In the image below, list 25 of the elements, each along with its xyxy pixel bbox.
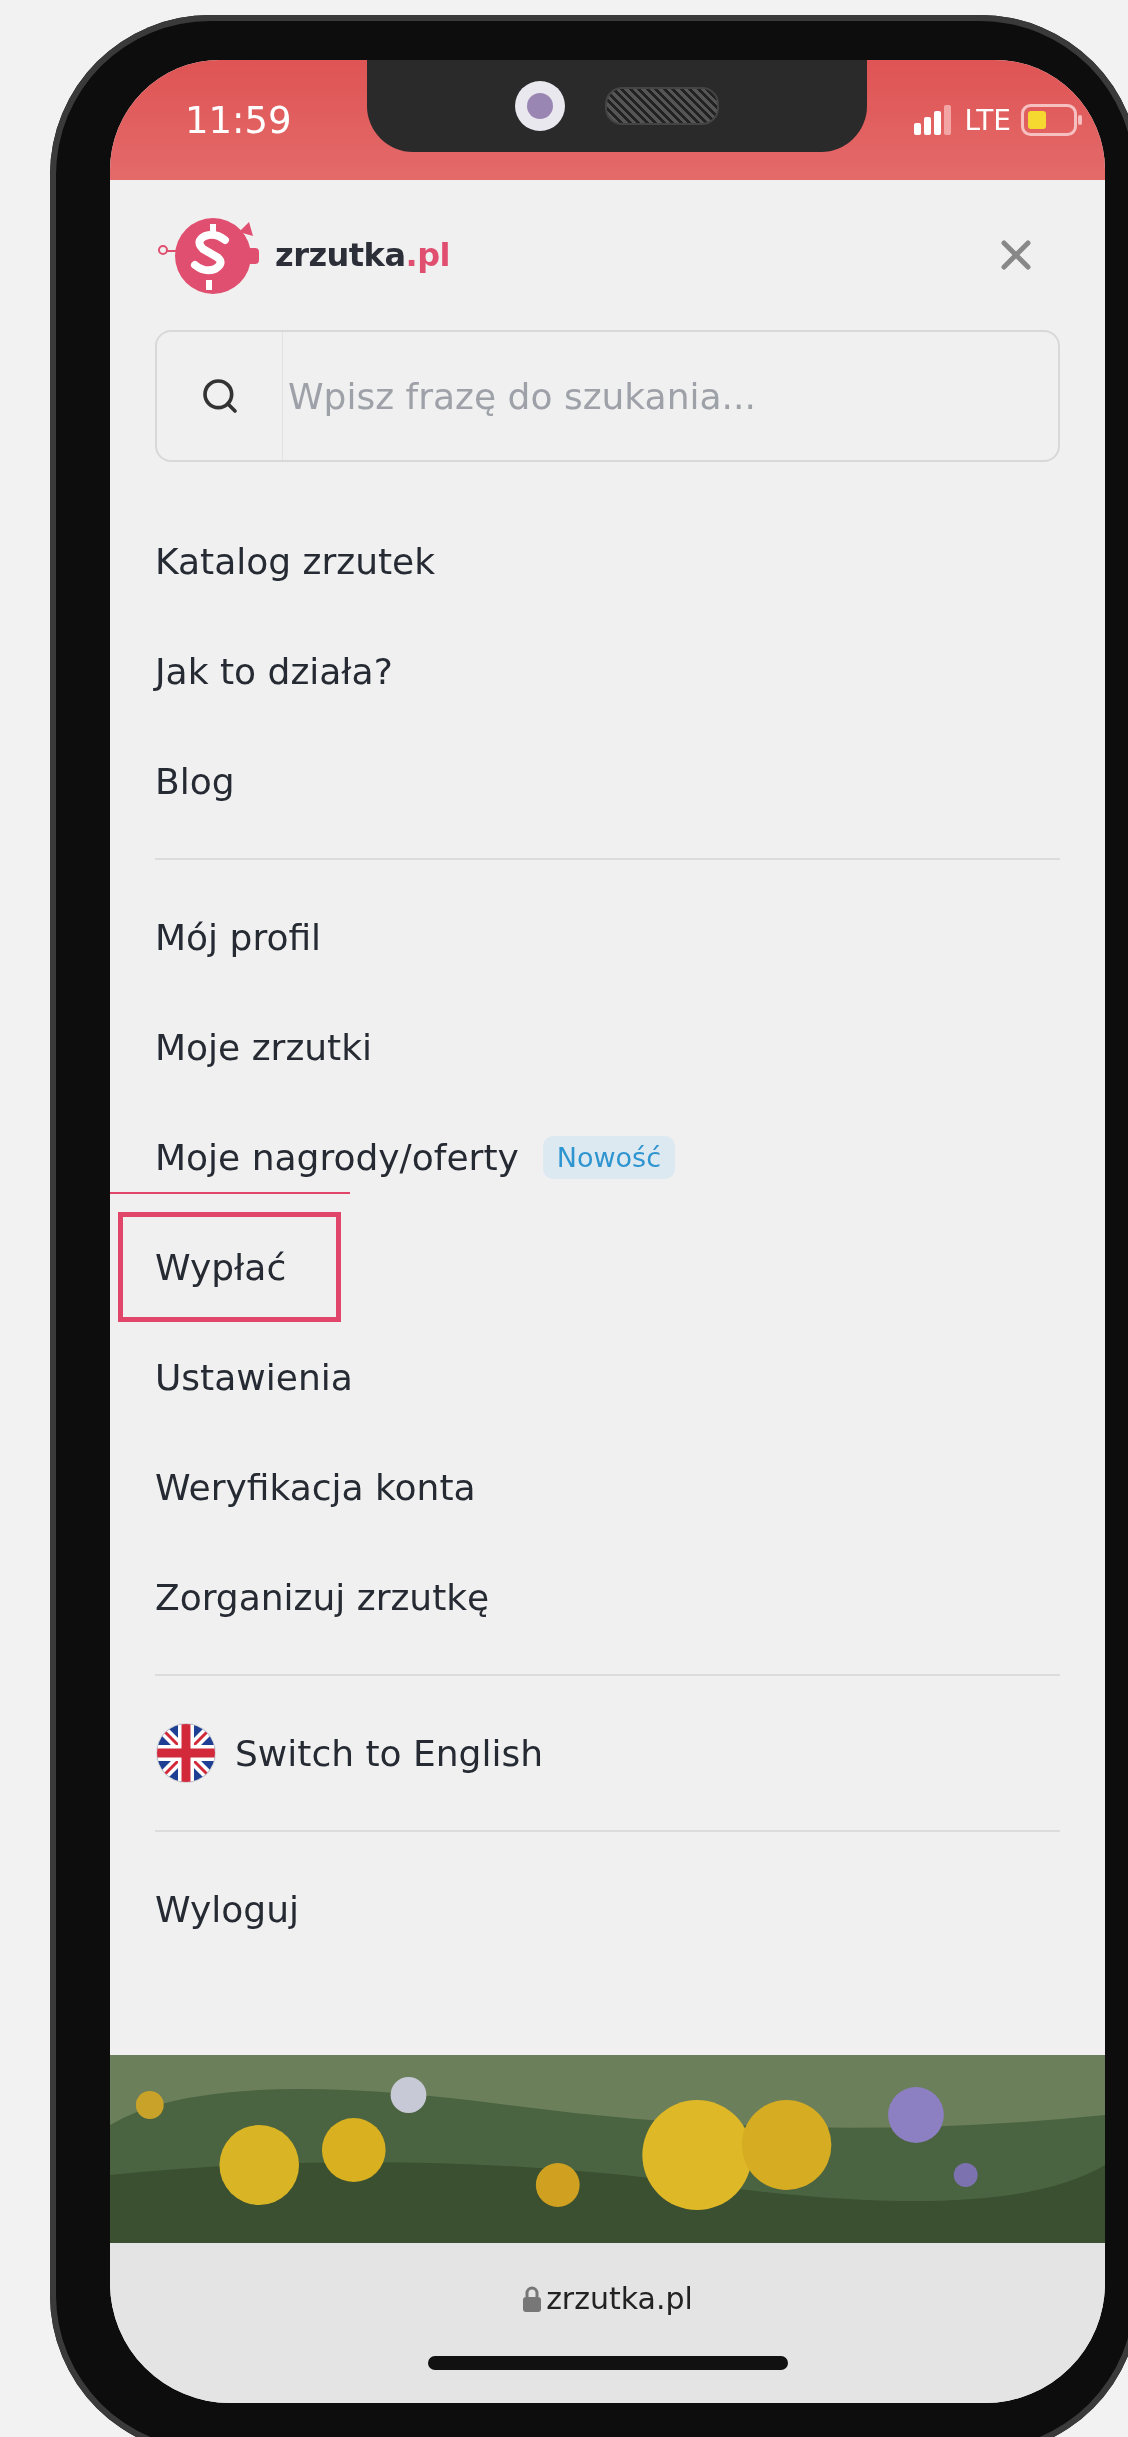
network-label: LTE [964,103,1011,137]
menu-item[interactable]: Wypłać [118,1212,342,1322]
language-label: Switch to English [235,1732,544,1774]
lock-icon [522,2284,543,2313]
menu-item[interactable]: Moje nagrody/oferty Nowość [155,1102,676,1212]
menu-item-label: Moje nagrody/oferty [155,1136,519,1178]
camera-icon [515,81,565,131]
menu-item[interactable]: Ustawienia [155,1322,353,1432]
menu-item[interactable]: Katalog zrzutek [155,506,436,616]
logo-text: zrzutka.pl [275,236,450,274]
menu-item[interactable]: Moje zrzutki [155,992,373,1102]
menu-item[interactable]: Blog [155,726,235,836]
menu-item[interactable]: Mój profil [155,882,322,992]
menu-item[interactable]: Zorganizuj zrzutkę [155,1542,490,1652]
language-switch[interactable]: Switch to English [155,1698,544,1808]
speaker-icon [605,87,719,125]
battery-icon [1021,104,1083,136]
search-field[interactable]: Wpisz frazę do szukania... [155,330,1060,462]
menu-item[interactable]: Wyloguj [155,1854,299,1964]
status-time: 11:59 [185,98,292,142]
menu-item[interactable]: Weryfikacja konta [155,1432,476,1542]
menu-item[interactable]: Jak to działa? [155,616,393,726]
search-input[interactable]: Wpisz frazę do szukania... [283,374,1058,418]
address-text[interactable]: zrzutka.pl [522,2281,693,2316]
new-badge: Nowość [542,1135,676,1179]
